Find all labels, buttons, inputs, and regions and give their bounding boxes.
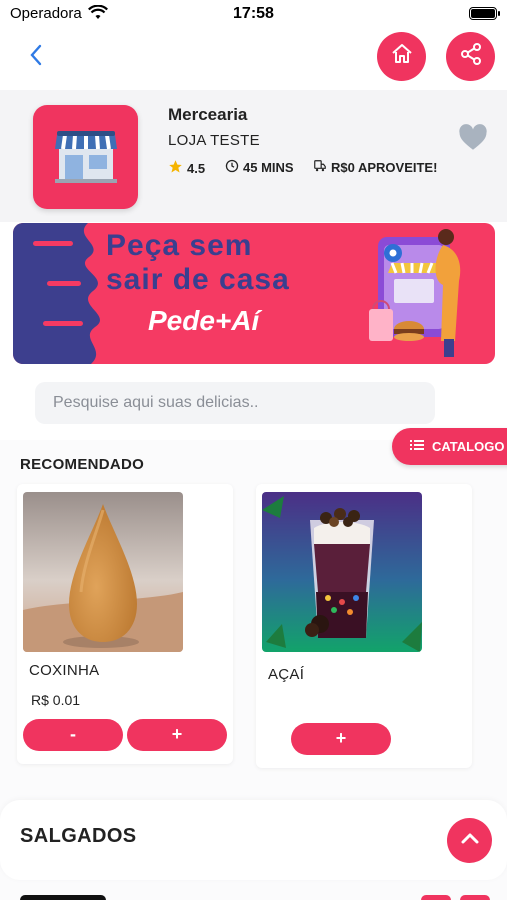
product-card[interactable]: AÇAÍ +: [256, 484, 472, 768]
battery-icon: [469, 7, 497, 20]
home-button[interactable]: [377, 32, 426, 81]
clock-icon: [225, 159, 239, 176]
product-card[interactable]: COXINHA R$ 0.01 - +: [17, 484, 233, 764]
store-delivery-time: 45 MINS: [225, 159, 294, 176]
battery-tip: [498, 11, 500, 16]
product-price: R$ 0.01: [31, 692, 81, 708]
share-icon: [459, 42, 483, 71]
store-name: Mercearia: [168, 105, 248, 124]
banner-headline-2: sair de casa: [106, 263, 290, 296]
next-item-button-peek: [460, 895, 490, 900]
increase-quantity-button[interactable]: +: [127, 719, 227, 751]
collapse-button[interactable]: [447, 818, 492, 863]
star-icon: [168, 159, 183, 177]
recommended-title: RECOMENDADO: [20, 456, 145, 473]
rating-value: 4.5: [187, 160, 206, 176]
decrease-quantity-button[interactable]: -: [23, 719, 123, 751]
increase-quantity-button[interactable]: +: [291, 723, 391, 755]
store-logo: [33, 105, 138, 209]
clock: 17:58: [233, 5, 274, 22]
app-screen: Operadora 17:58 Mercearia LOJA TESTE 4.5…: [0, 0, 507, 900]
delivery-fee-value: R$0 APROVEITE!: [331, 160, 438, 175]
promo-banner[interactable]: Peça sem sair de casa Pede+Aí: [13, 223, 495, 364]
status-bar: Operadora 17:58: [0, 0, 507, 28]
favorite-heart-icon[interactable]: [458, 124, 488, 156]
home-icon: [390, 42, 414, 71]
catalog-button[interactable]: CATALOGO: [392, 428, 507, 465]
banner-brand-logo: Pede+Aí: [148, 305, 260, 336]
product-image-acai: [262, 492, 422, 652]
share-button[interactable]: [446, 32, 495, 81]
store-subtitle: LOJA TESTE: [168, 132, 260, 149]
product-image-coxinha: [23, 492, 183, 652]
chevron-left-icon[interactable]: [28, 42, 54, 70]
search-input[interactable]: [35, 382, 435, 424]
product-name: COXINHA: [29, 662, 100, 679]
shop-icon: [53, 127, 119, 188]
catalog-label: CATALOGO: [432, 439, 505, 454]
product-name: AÇAÍ: [268, 666, 305, 683]
next-item-peek: [20, 895, 106, 900]
banner-headline-1: Peça sem: [106, 229, 253, 262]
store-delivery-fee: R$0 APROVEITE!: [313, 159, 437, 176]
next-item-button-peek: [421, 895, 451, 900]
list-icon: [410, 439, 424, 454]
delivery-time-value: 45 MINS: [243, 160, 294, 175]
store-rating: 4.5: [168, 159, 205, 177]
delivery-icon: [313, 159, 327, 176]
chevron-up-icon: [460, 831, 480, 850]
shopping-illustration: [369, 229, 461, 357]
category-title: SALGADOS: [20, 825, 137, 847]
